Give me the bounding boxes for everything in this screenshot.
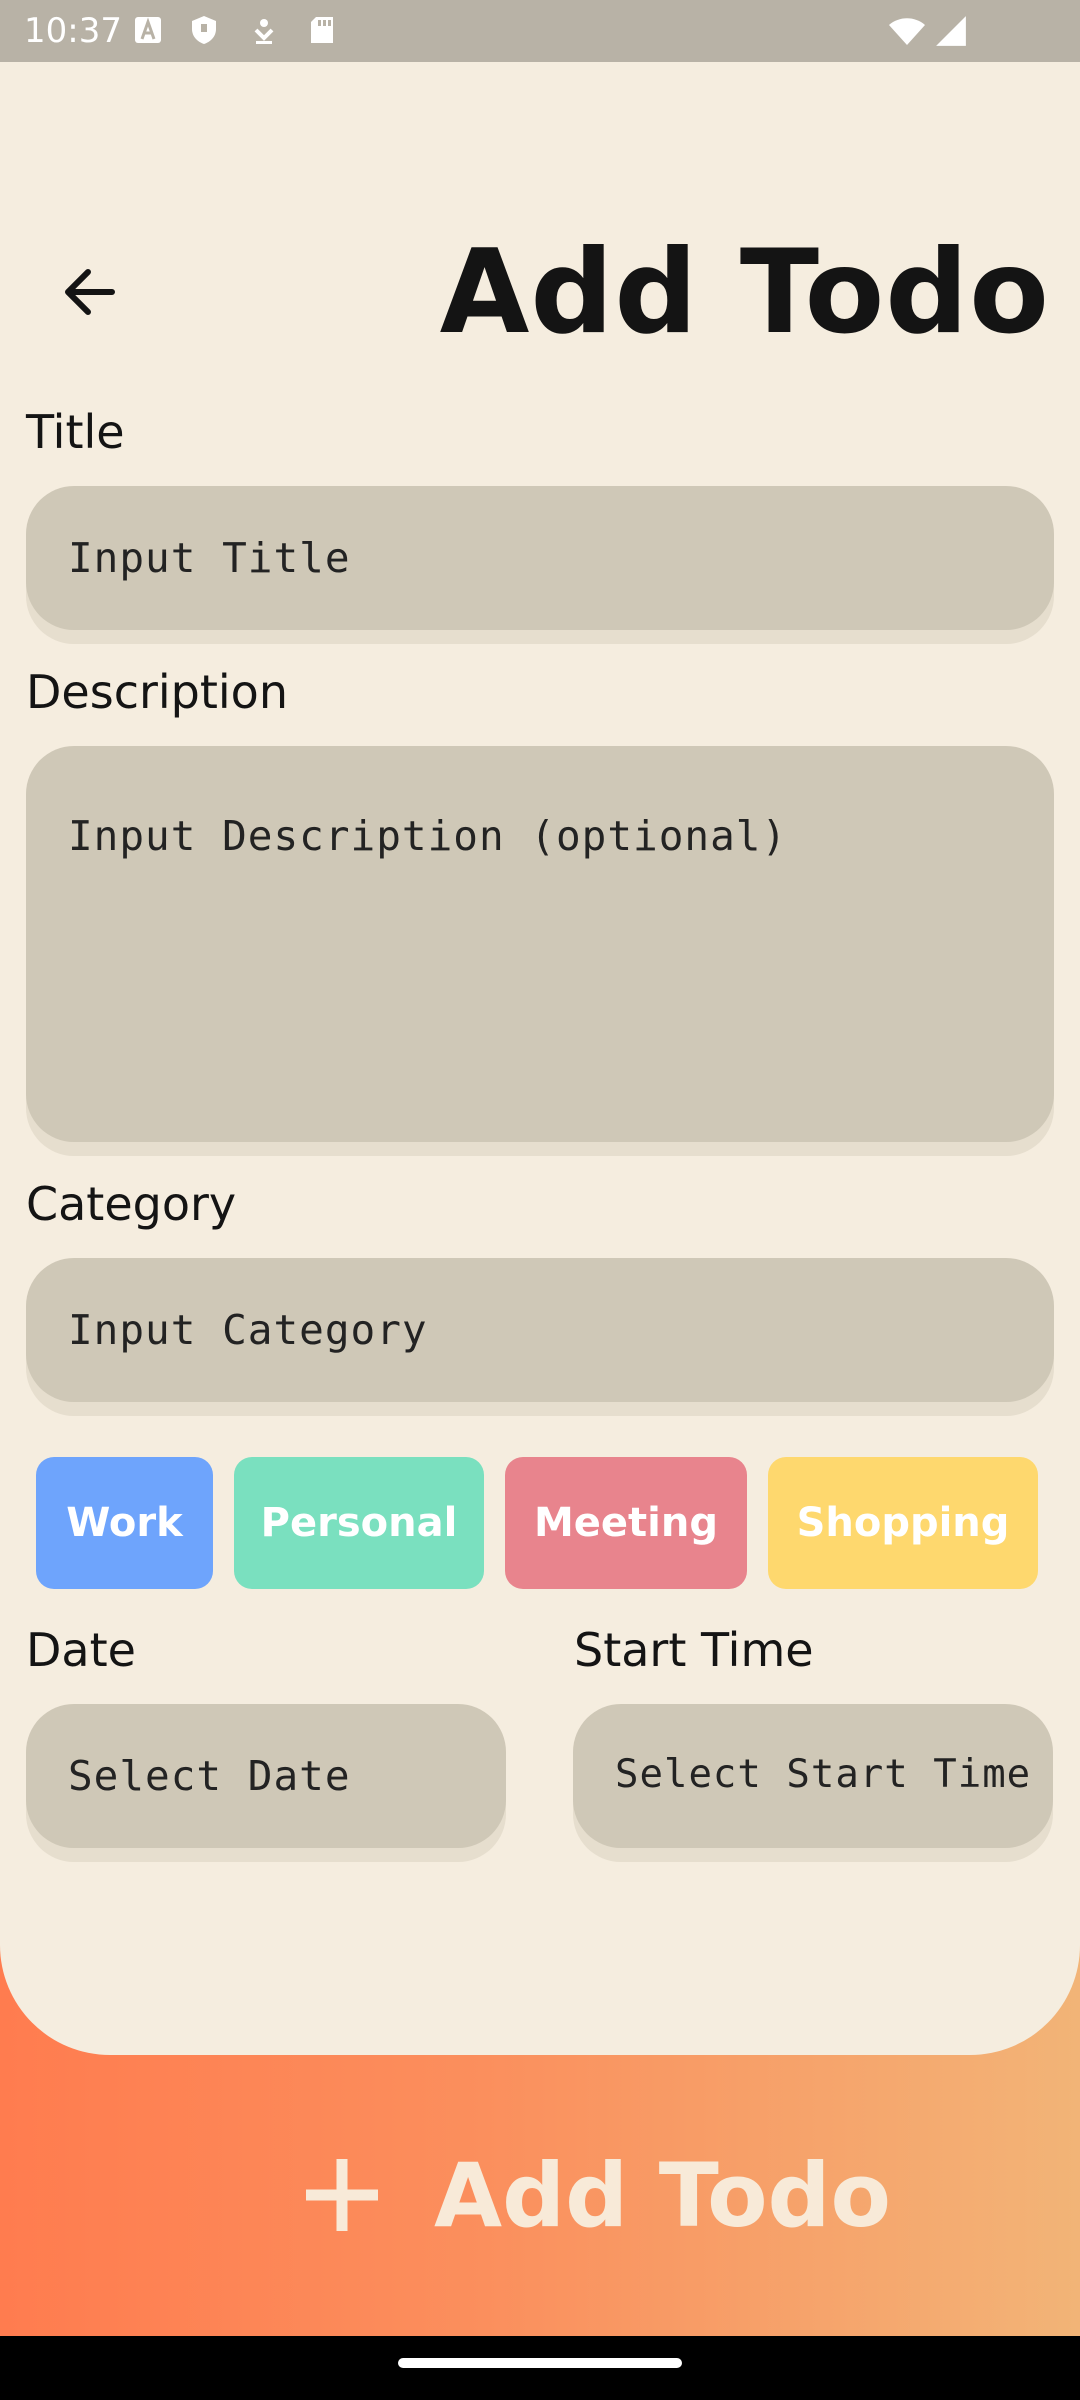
date-label: Date <box>26 1623 136 1677</box>
date-picker-field[interactable]: Select Date <box>26 1704 506 1848</box>
navigation-bar <box>0 2336 1080 2400</box>
gesture-handle[interactable] <box>398 2358 682 2368</box>
category-input[interactable]: Input Category <box>26 1258 1054 1402</box>
category-chip-personal[interactable]: Personal <box>234 1457 484 1589</box>
description-input[interactable]: Input Description (optional) <box>26 746 1054 1142</box>
add-todo-button-label: Add Todo <box>434 2143 891 2247</box>
add-todo-button[interactable]: Add Todo <box>300 2130 891 2260</box>
shield-icon <box>192 16 216 44</box>
page-title: Add Todo <box>439 225 1050 360</box>
plus-icon <box>306 2159 378 2231</box>
title-input-placeholder: Input Title <box>68 534 351 582</box>
start-time-label: Start Time <box>574 1623 814 1677</box>
sd-card-icon <box>311 17 333 43</box>
download-icon <box>254 19 274 44</box>
category-chip-shopping[interactable]: Shopping <box>768 1457 1038 1589</box>
title-label: Title <box>26 405 125 459</box>
description-label: Description <box>26 665 288 719</box>
cellular-signal-icon <box>936 16 966 46</box>
wifi-icon <box>889 18 925 45</box>
category-chip-meeting[interactable]: Meeting <box>505 1457 747 1589</box>
start-time-placeholder: Select Start Time <box>615 1752 1032 1797</box>
status-bar: 10:37 <box>0 0 1080 62</box>
title-input[interactable]: Input Title <box>26 486 1054 630</box>
category-input-placeholder: Input Category <box>68 1306 428 1354</box>
back-arrow-icon[interactable] <box>50 252 130 332</box>
notification-a-icon <box>135 17 161 43</box>
start-time-picker-field[interactable]: Select Start Time <box>573 1704 1053 1848</box>
description-input-placeholder: Input Description (optional) <box>68 812 788 860</box>
category-label: Category <box>26 1177 237 1231</box>
date-placeholder: Select Date <box>68 1752 351 1800</box>
category-chip-work[interactable]: Work <box>36 1457 213 1589</box>
status-time: 10:37 <box>24 11 122 51</box>
